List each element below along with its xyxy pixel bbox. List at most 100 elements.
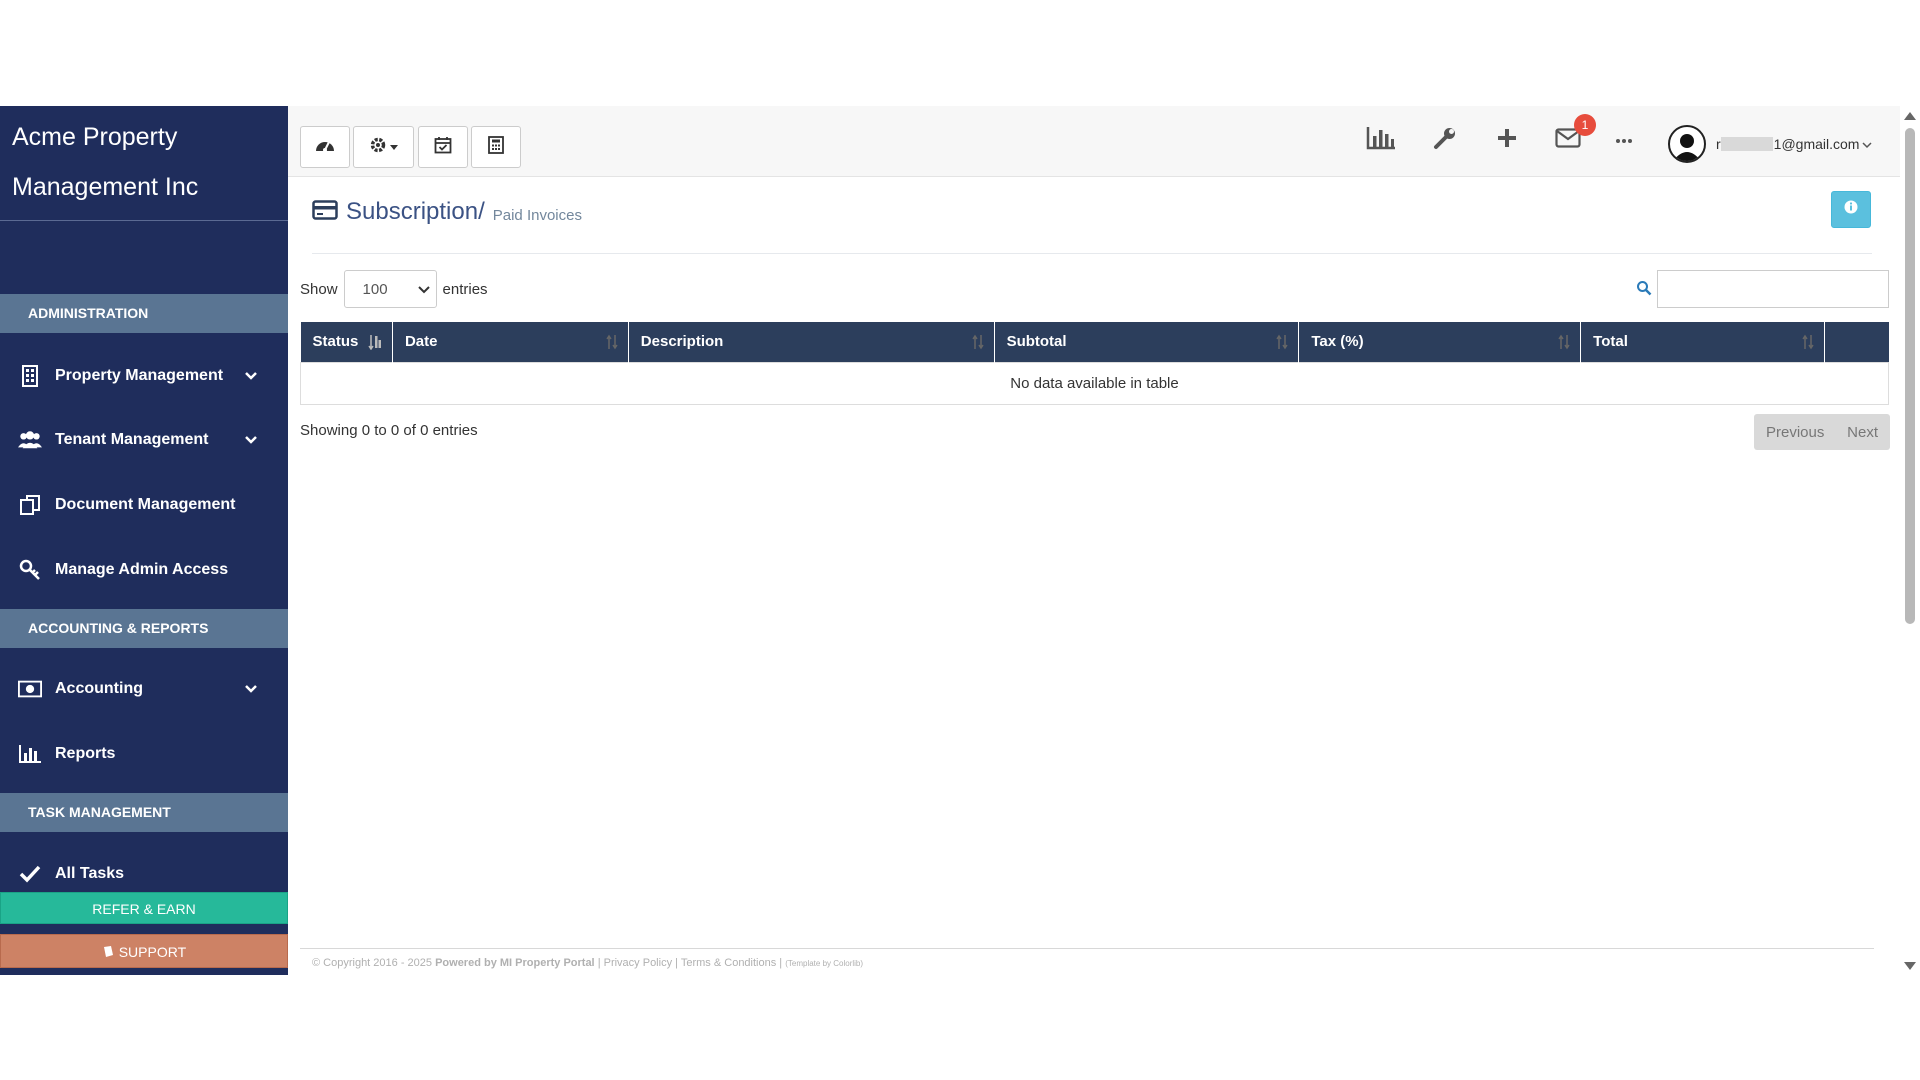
page-title: Subscription/ (346, 198, 485, 225)
sort-icon (1558, 334, 1570, 354)
support-button[interactable]: SUPPORT (0, 934, 288, 968)
refer-earn-button[interactable]: REFER & EARN (0, 892, 288, 924)
dashboard-button[interactable] (300, 126, 350, 168)
book-icon (102, 944, 119, 960)
sort-asc-icon (368, 334, 382, 354)
credit-card-icon (312, 199, 338, 225)
brand[interactable]: Acme Property Management Inc (0, 106, 288, 221)
sidebar-item-label: Document Management (55, 496, 236, 513)
sidebar-item-reports[interactable]: Reports (0, 730, 288, 778)
documents-icon (18, 493, 42, 517)
mail-count-badge: 1 (1574, 114, 1596, 136)
key-icon (18, 558, 42, 582)
scroll-down-arrow-icon[interactable] (1904, 962, 1916, 970)
powered-by-link[interactable]: Powered by MI Property Portal (435, 957, 595, 969)
sort-icon (606, 334, 618, 354)
sidebar-item-label: Reports (55, 745, 116, 762)
column-header-date[interactable]: Date (392, 322, 629, 362)
sidebar: Acme Property Management Inc ADMINISTRAT… (0, 106, 288, 975)
sidebar-item-tenant-management[interactable]: Tenant Management (0, 416, 288, 464)
scroll-up-arrow-icon[interactable] (1904, 112, 1916, 120)
sidebar-item-all-tasks[interactable]: All Tasks (0, 850, 288, 898)
settings-gear-icon (369, 136, 387, 159)
empty-table-message: No data available in table (300, 361, 1889, 405)
add-button[interactable] (1489, 122, 1525, 158)
scrollbar-thumb[interactable] (1905, 128, 1915, 624)
sidebar-item-label: Accounting (55, 680, 143, 697)
plus-icon (1496, 127, 1518, 154)
money-icon (18, 677, 42, 701)
header-divider (312, 253, 1872, 254)
check-icon (18, 862, 42, 886)
chevron-down-icon (417, 281, 430, 298)
table-header-row: Status Date Description Subtotal Tax (%)… (300, 322, 1889, 362)
wrench-icon (1433, 126, 1457, 155)
column-header-actions (1824, 322, 1889, 362)
sidebar-item-label: Property Management (55, 367, 224, 384)
sidebar-item-label: All Tasks (55, 865, 125, 882)
column-header-description[interactable]: Description (628, 322, 995, 362)
brand-line-1: Acme Property (12, 123, 178, 151)
more-options-button[interactable] (1606, 122, 1642, 158)
previous-page-button[interactable]: Previous (1766, 424, 1824, 441)
invoices-table: Status Date Description Subtotal Tax (%)… (300, 322, 1889, 405)
bar-chart-icon (1366, 126, 1396, 155)
page-scrollbar[interactable] (1900, 106, 1920, 975)
building-icon (18, 364, 42, 388)
app-window: Acme Property Management Inc ADMINISTRAT… (0, 106, 1920, 975)
table-row: No data available in table (300, 361, 1889, 405)
redacted-block (1720, 137, 1773, 151)
reports-chart-button[interactable] (1363, 122, 1399, 158)
more-icon (1615, 131, 1633, 149)
avatar (1668, 125, 1706, 163)
next-page-button[interactable]: Next (1847, 424, 1878, 441)
entries-per-page-select[interactable]: 100 (343, 270, 437, 308)
column-header-subtotal[interactable]: Subtotal (994, 322, 1300, 362)
section-administration: ADMINISTRATION (0, 294, 288, 333)
entries-length-control: Show 100 entries (300, 270, 488, 308)
privacy-policy-link[interactable]: Privacy Policy (604, 957, 672, 969)
chevron-down-icon (244, 371, 264, 381)
sidebar-item-label: Tenant Management (55, 431, 209, 448)
calculator-button[interactable] (471, 126, 521, 168)
column-header-tax[interactable]: Tax (%) (1298, 322, 1582, 362)
sidebar-item-manage-admin-access[interactable]: Manage Admin Access (0, 546, 288, 594)
sidebar-item-document-management[interactable]: Document Management (0, 481, 288, 529)
copyright-text: © Copyright 2016 - 2025 (312, 957, 433, 969)
entries-select-value: 100 (362, 280, 388, 298)
sidebar-item-accounting[interactable]: Accounting (0, 665, 288, 713)
dashboard-icon (315, 137, 335, 158)
user-menu[interactable]: r 1@gmail.com (1668, 124, 1872, 164)
brand-line-2: Management Inc (12, 173, 199, 201)
search-input[interactable] (1657, 270, 1889, 308)
table-info: Showing 0 to 0 of 0 entries (300, 422, 478, 439)
messages-button[interactable]: 1 (1550, 114, 1596, 158)
chevron-down-icon (244, 435, 264, 445)
users-icon (18, 428, 42, 452)
pagination: Previous Next (1754, 414, 1890, 450)
search-icon (1636, 280, 1654, 298)
show-label: Show (300, 280, 338, 298)
top-navbar: 1 r 1@gmail.com (288, 106, 1900, 177)
bar-chart-icon (18, 742, 42, 766)
settings-dropdown-button[interactable] (353, 126, 414, 168)
footer: © Copyright 2016 - 2025 Powered by MI Pr… (312, 957, 864, 969)
template-credit-link[interactable]: (Template by Colorlib) (785, 959, 863, 968)
caret-down-icon (390, 138, 398, 156)
sidebar-item-property-management[interactable]: Property Management (0, 352, 288, 400)
terms-conditions-link[interactable]: Terms & Conditions (681, 957, 776, 969)
support-label: SUPPORT (118, 944, 187, 960)
info-circle-icon (1844, 200, 1858, 219)
main-content: Subscription/ Paid Invoices Show 100 ent… (288, 178, 1900, 975)
column-header-status[interactable]: Status (300, 322, 393, 362)
sort-icon (1802, 334, 1814, 354)
tools-button[interactable] (1427, 122, 1463, 158)
calendar-button[interactable] (418, 126, 468, 168)
calculator-icon (488, 135, 504, 159)
info-button[interactable] (1831, 191, 1871, 228)
sidebar-item-label: Manage Admin Access (55, 561, 229, 578)
chevron-down-icon (244, 684, 264, 694)
page-header: Subscription/ Paid Invoices (312, 198, 582, 226)
calendar-check-icon (434, 136, 452, 159)
column-header-total[interactable]: Total (1580, 322, 1825, 362)
